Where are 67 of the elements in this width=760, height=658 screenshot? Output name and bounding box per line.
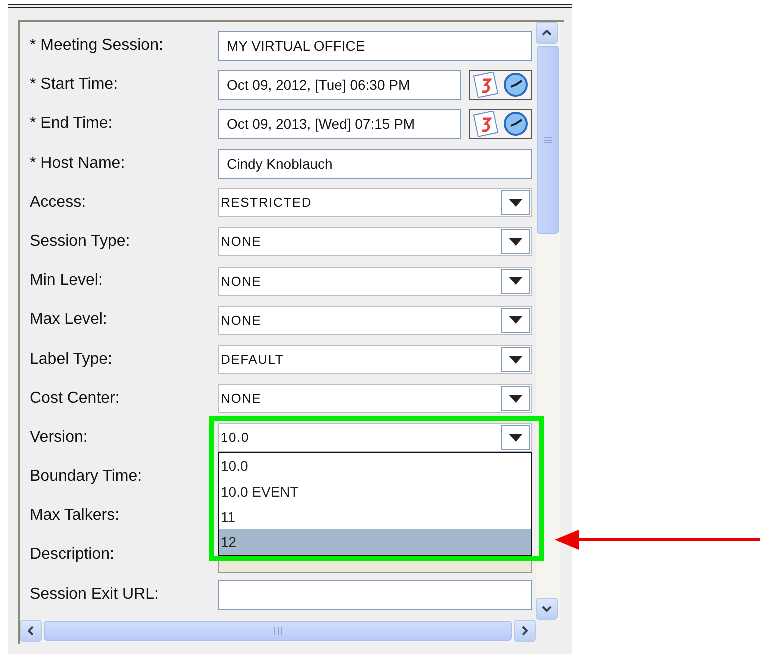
field-label: Label Type:: [30, 350, 114, 368]
horizontal-scrollbar-thumb[interactable]: [44, 621, 512, 641]
scroll-down-button[interactable]: [536, 598, 558, 620]
text-field[interactable]: [218, 580, 532, 610]
text-field[interactable]: MY VIRTUAL OFFICE: [218, 31, 532, 61]
dropdown-value: DEFAULT: [221, 352, 284, 367]
vertical-scrollbar-thumb[interactable]: [537, 46, 559, 234]
dropdown-field[interactable]: 10.0: [218, 423, 532, 452]
dropdown-field[interactable]: RESTRICTED: [218, 188, 532, 218]
dropdown-option[interactable]: 12: [219, 529, 531, 555]
dropdown-value: NONE: [221, 234, 262, 250]
field-label: * Meeting Session:: [30, 37, 164, 55]
date-time-picker-button[interactable]: [469, 70, 532, 100]
dropdown-button[interactable]: [501, 425, 530, 450]
dropdown-field[interactable]: DEFAULT: [218, 345, 532, 374]
chevron-up-icon: [542, 30, 552, 36]
dropdown-field[interactable]: NONE: [218, 306, 532, 335]
scroll-up-button[interactable]: [536, 22, 558, 44]
dropdown-value: NONE: [221, 312, 262, 328]
dropdown-button[interactable]: [501, 190, 530, 216]
field-label: Version:: [30, 428, 89, 447]
field-label: Boundary Time:: [30, 468, 144, 486]
dropdown-field[interactable]: NONE: [218, 384, 532, 414]
field-label: Min Level:: [30, 272, 104, 290]
dropdown-button[interactable]: [501, 308, 530, 333]
dropdown-button[interactable]: [501, 386, 530, 412]
field-label: * End Time:: [30, 115, 114, 134]
dropdown-value: NONE: [221, 391, 262, 406]
field-label: * Start Time:: [30, 76, 120, 94]
clock-icon[interactable]: [502, 111, 528, 138]
dropdown-button[interactable]: [501, 268, 530, 294]
dropdown-arrow-icon: [508, 198, 522, 207]
dropdown-arrow-icon: [508, 277, 522, 286]
dropdown-value: NONE: [221, 274, 262, 289]
field-label: Cost Center:: [30, 390, 121, 408]
chevron-left-icon: [28, 626, 34, 636]
grip-icon: [544, 136, 552, 144]
grip-icon: [274, 627, 282, 635]
scroll-left-button[interactable]: [20, 620, 42, 642]
chevron-down-icon: [542, 606, 552, 612]
dropdown-arrow-icon: [508, 356, 522, 364]
field-label: Description:: [30, 546, 116, 564]
date-time-picker-button[interactable]: [469, 109, 532, 140]
date-time-field[interactable]: Oct 09, 2012, [Tue] 06:30 PM: [218, 70, 461, 100]
calendar-icon[interactable]: [472, 111, 500, 138]
scroll-right-button[interactable]: [514, 620, 536, 642]
field-label: Access:: [30, 194, 88, 212]
calendar-icon[interactable]: [472, 72, 500, 98]
field-label: Max Level:: [30, 311, 108, 330]
dropdown-value: RESTRICTED: [221, 195, 312, 210]
dropdown-arrow-icon: [508, 316, 522, 324]
text-field[interactable]: Cindy Knoblauch: [218, 148, 532, 179]
field-label: Max Talkers:: [30, 507, 121, 526]
dropdown-field[interactable]: NONE: [218, 266, 532, 296]
dropdown-arrow-icon: [508, 394, 522, 403]
chevron-right-icon: [522, 626, 528, 636]
clock-icon[interactable]: [502, 72, 528, 98]
dropdown-button[interactable]: [501, 347, 530, 372]
dropdown-arrow-icon: [508, 434, 522, 442]
field-label: * Host Name:: [30, 154, 126, 173]
date-time-field[interactable]: Oct 09, 2013, [Wed] 07:15 PM: [218, 109, 461, 140]
field-label: Session Exit URL:: [30, 586, 160, 604]
field-label: Session Type:: [30, 232, 132, 251]
dropdown-arrow-icon: [508, 238, 522, 246]
dropdown-field[interactable]: NONE: [218, 227, 532, 256]
dropdown-value: 10.0: [221, 430, 250, 446]
dropdown-button[interactable]: [501, 229, 530, 254]
